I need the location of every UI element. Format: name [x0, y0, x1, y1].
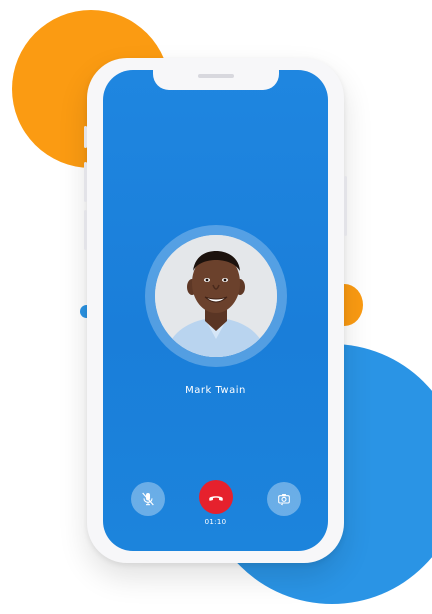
phone-power-button — [344, 176, 347, 236]
switch-camera-button[interactable] — [267, 482, 301, 516]
phone-side-button — [84, 126, 87, 148]
phone-volume-down-button — [84, 210, 87, 250]
phone-speaker — [197, 74, 234, 78]
call-timer: 01:10 — [204, 518, 227, 526]
phone-notch — [152, 70, 279, 90]
microphone-off-icon — [142, 492, 154, 506]
illustration-stage: Mark Twain 01:10 — [0, 0, 432, 614]
phone-volume-up-button — [84, 162, 87, 202]
switch-camera-icon — [278, 494, 290, 506]
caller-photo — [154, 235, 277, 357]
call-screen: Mark Twain 01:10 — [103, 70, 328, 551]
end-call-icon — [209, 496, 223, 501]
phone-frame: Mark Twain 01:10 — [84, 58, 347, 563]
end-call-button[interactable] — [199, 480, 233, 514]
caller-name: Mark Twain — [185, 385, 246, 396]
mute-button[interactable] — [131, 482, 165, 516]
avatar-ring — [144, 225, 287, 367]
caller-avatar — [154, 235, 277, 357]
